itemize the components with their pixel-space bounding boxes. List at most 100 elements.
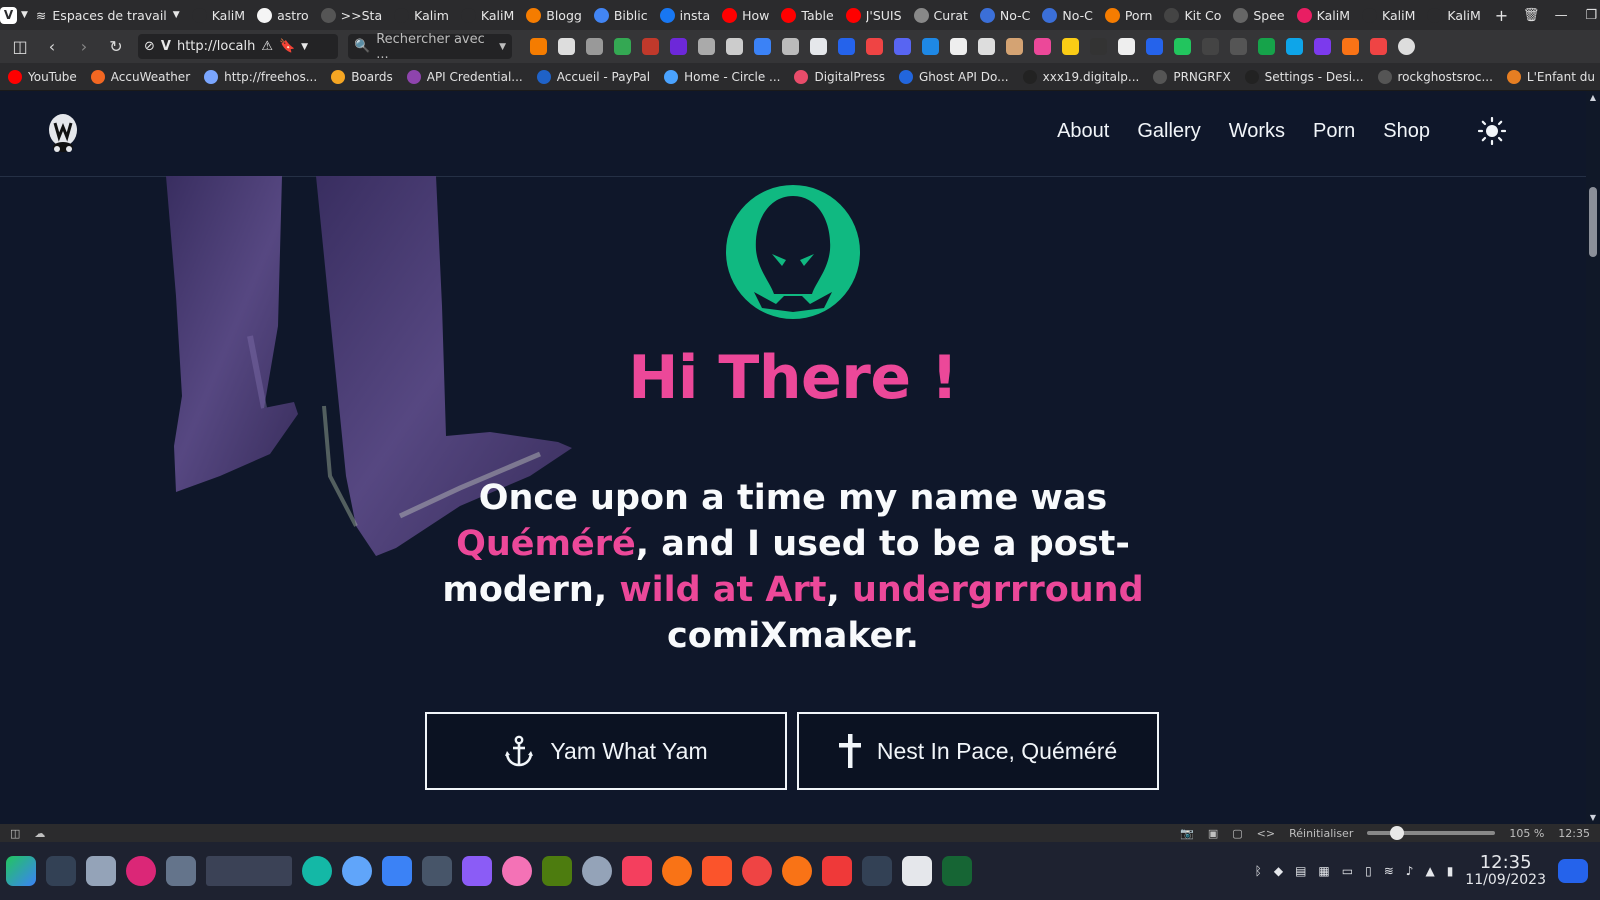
nav-porn[interactable]: Porn — [1313, 120, 1355, 143]
new-tab-button[interactable]: + — [1487, 6, 1516, 25]
reset-zoom-button[interactable]: Réinitialiser — [1289, 827, 1353, 840]
extension-icon[interactable] — [642, 38, 659, 55]
file-manager-icon[interactable] — [86, 856, 116, 886]
extension-icon[interactable] — [782, 38, 799, 55]
bookmark-item[interactable]: xxx19.digitalp... — [1022, 69, 1139, 84]
zoom-slider[interactable] — [1367, 826, 1496, 840]
cookie-icon[interactable] — [1006, 38, 1023, 55]
image-icon[interactable]: ▣ — [1208, 827, 1218, 840]
extension-icon[interactable] — [558, 38, 575, 55]
browser-tab[interactable]: Spee — [1227, 0, 1290, 30]
download-icon[interactable] — [126, 856, 156, 886]
reload-button[interactable]: ↻ — [102, 33, 130, 61]
menu-icon[interactable] — [166, 856, 196, 886]
browser-tab[interactable]: insta — [654, 0, 716, 30]
vivaldi-menu-button[interactable]: V ▼ — [0, 0, 28, 30]
extension-icon[interactable] — [530, 38, 547, 55]
bookmark-item[interactable]: Settings - Desi... — [1244, 69, 1364, 84]
maximize-button[interactable]: ❐ — [1576, 8, 1600, 23]
browser-tab[interactable]: KaliM — [186, 0, 251, 30]
nav-works[interactable]: Works — [1229, 120, 1285, 143]
bookmark-item[interactable]: Home - Circle ... — [664, 69, 780, 84]
browser-tab[interactable]: How — [716, 0, 775, 30]
sync-icon[interactable]: ☁ — [34, 827, 45, 840]
nav-gallery[interactable]: Gallery — [1137, 120, 1200, 143]
vscode-icon[interactable] — [1286, 38, 1303, 55]
bluetooth-icon[interactable]: ᛒ — [1255, 864, 1262, 878]
discord-icon[interactable] — [894, 38, 911, 55]
taskbar-clock[interactable]: 12:35 11/09/2023 — [1465, 853, 1546, 888]
scroll-down-arrow[interactable]: ▼ — [1586, 813, 1600, 822]
dropbox-icon[interactable]: ◆ — [1274, 864, 1283, 878]
app-icon[interactable] — [302, 856, 332, 886]
profile-avatar[interactable] — [1398, 38, 1415, 55]
minimize-button[interactable]: — — [1546, 8, 1576, 23]
extension-icon[interactable] — [1174, 38, 1191, 55]
sun-icon[interactable] — [1478, 117, 1506, 145]
forward-button[interactable]: › — [70, 33, 98, 61]
clipboard-tray-icon[interactable]: ▦ — [1318, 864, 1329, 878]
url-field[interactable]: ⊘ V http://localh ⚠ 🔖 ▼ — [138, 34, 338, 59]
zoom-slider-knob[interactable] — [1390, 826, 1405, 840]
app-icon[interactable] — [422, 856, 452, 886]
metamask-icon[interactable] — [1342, 38, 1359, 55]
terminal-icon[interactable] — [46, 856, 76, 886]
extension-icon[interactable] — [1202, 38, 1219, 55]
extension-icon[interactable] — [754, 38, 771, 55]
extension-icon[interactable] — [1146, 38, 1163, 55]
extension-icon[interactable] — [978, 38, 995, 55]
scroll-thumb[interactable] — [1589, 187, 1597, 257]
brave-icon[interactable] — [702, 856, 732, 886]
battery-icon[interactable]: ▯ — [1365, 864, 1372, 878]
bookmark-item[interactable]: YouTube — [8, 69, 77, 84]
browser-tab[interactable]: Kit Co — [1158, 0, 1227, 30]
bookmark-item[interactable]: http://freehos... — [204, 69, 317, 84]
extension-icon[interactable] — [810, 38, 827, 55]
bookmark-icon[interactable]: 🔖 — [279, 39, 295, 54]
extension-icon[interactable] — [1258, 38, 1275, 55]
browser-tab[interactable]: J'SUIS — [840, 0, 908, 30]
browser-tab[interactable]: Kalim — [388, 0, 455, 30]
extension-icon[interactable] — [670, 38, 687, 55]
scroll-up-arrow[interactable]: ▲ — [1586, 93, 1600, 102]
extension-icon[interactable] — [1034, 38, 1051, 55]
bookmark-item[interactable]: AccuWeather — [90, 69, 190, 84]
browser-tab[interactable]: >>Sta — [315, 0, 388, 30]
start-menu-icon[interactable] — [6, 856, 36, 886]
browser-tab[interactable]: Curat — [908, 0, 974, 30]
bookmark-item[interactable]: PRNGRFX — [1153, 69, 1231, 84]
opera-icon[interactable] — [742, 856, 772, 886]
code-icon[interactable]: <> — [1257, 827, 1275, 840]
browser-tab[interactable]: No-C — [1036, 0, 1098, 30]
nav-about[interactable]: About — [1057, 120, 1109, 143]
volume-icon[interactable]: ♪ — [1406, 864, 1414, 878]
browser-tab[interactable]: Blogg — [520, 0, 588, 30]
bookmark-item[interactable]: L'Enfant du R... — [1506, 69, 1600, 84]
app-icon[interactable] — [502, 856, 532, 886]
folder-icon[interactable]: ▤ — [1295, 864, 1306, 878]
extension-icon[interactable] — [726, 38, 743, 55]
browser-tab[interactable]: KaliM — [1291, 0, 1356, 30]
chevron-down-icon[interactable]: ▼ — [301, 42, 308, 52]
extension-icon[interactable] — [586, 38, 603, 55]
nest-in-pace-button[interactable]: Nest In Pace, Quéméré — [797, 712, 1159, 790]
virtual-desktops-pager[interactable] — [206, 856, 292, 886]
window-icon[interactable]: ▢ — [1232, 827, 1242, 840]
extension-icon[interactable] — [1118, 38, 1135, 55]
figma-icon[interactable] — [622, 856, 652, 886]
browser-tab[interactable]: Table — [775, 0, 839, 30]
extension-icon[interactable] — [1370, 38, 1387, 55]
firefox-icon[interactable] — [782, 856, 812, 886]
page-scrollbar[interactable]: ▲ ▼ — [1586, 91, 1600, 824]
trash-icon[interactable]: 🗑 — [1516, 8, 1546, 23]
app-icon[interactable] — [382, 856, 412, 886]
browser-tab[interactable]: KaliM — [455, 0, 520, 30]
search-field[interactable]: 🔍 Rechercher avec ... ▼ — [348, 32, 512, 62]
browser-tab[interactable]: Biblic — [588, 0, 654, 30]
extension-icon[interactable] — [698, 38, 715, 55]
browser-tab[interactable]: KaliM — [1421, 0, 1486, 30]
display-icon[interactable]: ▭ — [1342, 864, 1353, 878]
browser-tab[interactable]: KaliM — [1356, 0, 1421, 30]
clipboard-icon[interactable] — [902, 856, 932, 886]
bookmark-item[interactable]: rockghostsroc... — [1377, 69, 1493, 84]
